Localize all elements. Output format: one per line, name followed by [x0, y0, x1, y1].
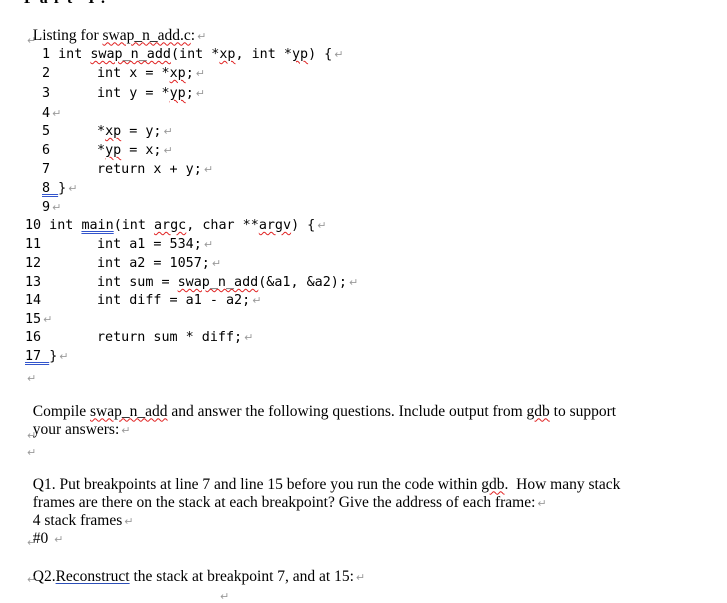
listing-title: Listing for swap_n_add.c: ↵	[25, 12, 207, 44]
function-name: swap_n_add	[90, 47, 171, 62]
code-line: 7 return x + y; ↵	[42, 162, 213, 177]
code-line: 17 } ↵	[25, 349, 69, 364]
listing-title-suffix: :	[190, 26, 196, 44]
gdb-word: gdb	[526, 402, 550, 420]
paragraph-mark-icon: ↵	[244, 331, 254, 344]
code-text: return x + y; ↵	[97, 162, 214, 177]
paragraph-mark-icon: ↵	[163, 125, 173, 138]
code-line: 16 return sum * diff; ↵	[25, 330, 253, 345]
line-number: 6	[42, 143, 51, 158]
paragraph-mark-icon: ↵	[52, 201, 62, 214]
paragraph-mark-icon: ↵	[203, 238, 214, 251]
code-line: 8 } ↵	[42, 181, 78, 196]
listing-filename: swap_n_add.c	[102, 26, 191, 44]
code-line: 9 ↵	[42, 201, 61, 214]
paragraph-mark-icon: ↵	[195, 87, 205, 100]
misspelled-word: yp	[291, 47, 309, 62]
paragraph-mark-icon: ↵	[355, 570, 366, 584]
misspelled-word: swap_n_add	[177, 275, 259, 290]
code-text: int a2 = 1057; ↵	[97, 256, 222, 271]
code-text: int a1 = 534; ↵	[97, 237, 214, 252]
code-line: 10 int main(int argc, char **argv) {↵	[25, 218, 327, 233]
paragraph-mark-icon: ↵	[348, 276, 359, 289]
paragraph-mark-icon: ↵	[54, 532, 64, 546]
line-number: 15	[25, 312, 42, 327]
code-text: *xp = y; ↵	[97, 124, 173, 139]
line-number: 11	[25, 237, 42, 252]
code-line: 1 int swap_n_add(int *xp, int *yp) {↵	[42, 47, 344, 62]
misspelled-word: xp	[105, 124, 122, 139]
paragraph-mark-icon: ↵	[252, 294, 262, 307]
paragraph-mark-icon: ↵	[197, 29, 207, 43]
paragraph-mark-icon: ↵	[27, 372, 37, 385]
paragraph-mark-icon: ↵	[68, 182, 78, 195]
paragraph-mark-icon: ↵	[27, 573, 37, 586]
paragraph-mark-icon: ↵	[121, 423, 131, 437]
line-number: 5	[42, 124, 51, 139]
q2-line: Q2.Reconstruct the stack at breakpoint 7…	[32, 567, 366, 585]
code-line: 14 int diff = a1 - a2; ↵	[25, 293, 261, 308]
line-number: 3	[42, 86, 51, 101]
code-line: 3 int y = *yp; ↵	[42, 86, 205, 101]
misspelled-word: argc	[154, 218, 187, 233]
code-text: int sum = swap_n_add(&a1, &a2); ↵	[97, 275, 359, 290]
paragraph-mark-icon: ↵	[27, 446, 37, 459]
code-line: 15 ↵	[25, 313, 52, 326]
code-line: 13 int sum = swap_n_add(&a1, &a2); ↵	[25, 275, 358, 290]
code-line: 5 *xp = y; ↵	[42, 124, 173, 139]
listing-title-prefix: Listing for	[32, 26, 103, 44]
paragraph-mark-icon: ↵	[195, 67, 205, 80]
misspelled-word: yp	[169, 86, 186, 101]
line-number: 1	[42, 47, 51, 62]
paragraph-mark-icon: ↵	[211, 257, 222, 270]
line-number: 12	[25, 256, 42, 271]
code-text: int x = *xp; ↵	[97, 66, 205, 81]
paragraph-mark-icon: ↵	[43, 313, 53, 326]
paragraph-mark-icon: ↵	[537, 496, 547, 510]
code-text: int y = *yp; ↵	[97, 86, 205, 101]
line-number: 2	[42, 66, 51, 81]
paragraph-mark-icon: ↵	[334, 48, 344, 61]
misspelled-word: xp	[169, 66, 186, 81]
paragraph-mark-icon: ↵	[317, 219, 327, 232]
line-number: 9	[42, 200, 51, 215]
paragraph-mark-icon: ↵	[27, 536, 37, 549]
paragraph-mark-icon: ↵	[52, 107, 62, 120]
paragraph-mark-icon: ↵	[203, 163, 214, 176]
code-text: int diff = a1 - a2; ↵	[97, 293, 262, 308]
line-number: 13	[25, 275, 42, 290]
paragraph-mark-icon: ↵	[27, 429, 37, 442]
code-line: 4 ↵	[42, 107, 61, 120]
code-line: 2 int x = *xp; ↵	[42, 66, 205, 81]
clipped-heading: Part I:	[24, 0, 112, 8]
line-number: 16	[25, 330, 42, 345]
line-number: 7	[42, 162, 51, 177]
code-line: 6 *yp = x; ↵	[42, 143, 173, 158]
paragraph-mark-icon: ↵	[59, 350, 69, 363]
misspelled-word: xp	[219, 47, 236, 62]
misspelled-word: yp	[105, 143, 122, 158]
paragraph-mark-icon: ↵	[163, 144, 173, 157]
function-name: main	[81, 218, 114, 233]
reconstruct-word: Reconstruct	[55, 567, 130, 585]
code-line: 11 int a1 = 534; ↵	[25, 237, 213, 252]
paragraph-mark-icon: ↵	[220, 590, 230, 603]
misspelled-word: argv	[258, 218, 292, 233]
line-number: 14	[25, 293, 42, 308]
code-text: return sum * diff; ↵	[97, 330, 254, 345]
paragraph-mark-icon: ↵	[27, 34, 37, 47]
compile-instructions-line2: your answers: ↵	[32, 420, 131, 438]
line-number: 4	[42, 106, 51, 121]
code-text: *yp = x; ↵	[97, 143, 173, 158]
code-line: 12 int a2 = 1057; ↵	[25, 256, 221, 271]
paragraph-mark-icon: ↵	[124, 514, 134, 528]
line-number: 10	[25, 218, 42, 233]
